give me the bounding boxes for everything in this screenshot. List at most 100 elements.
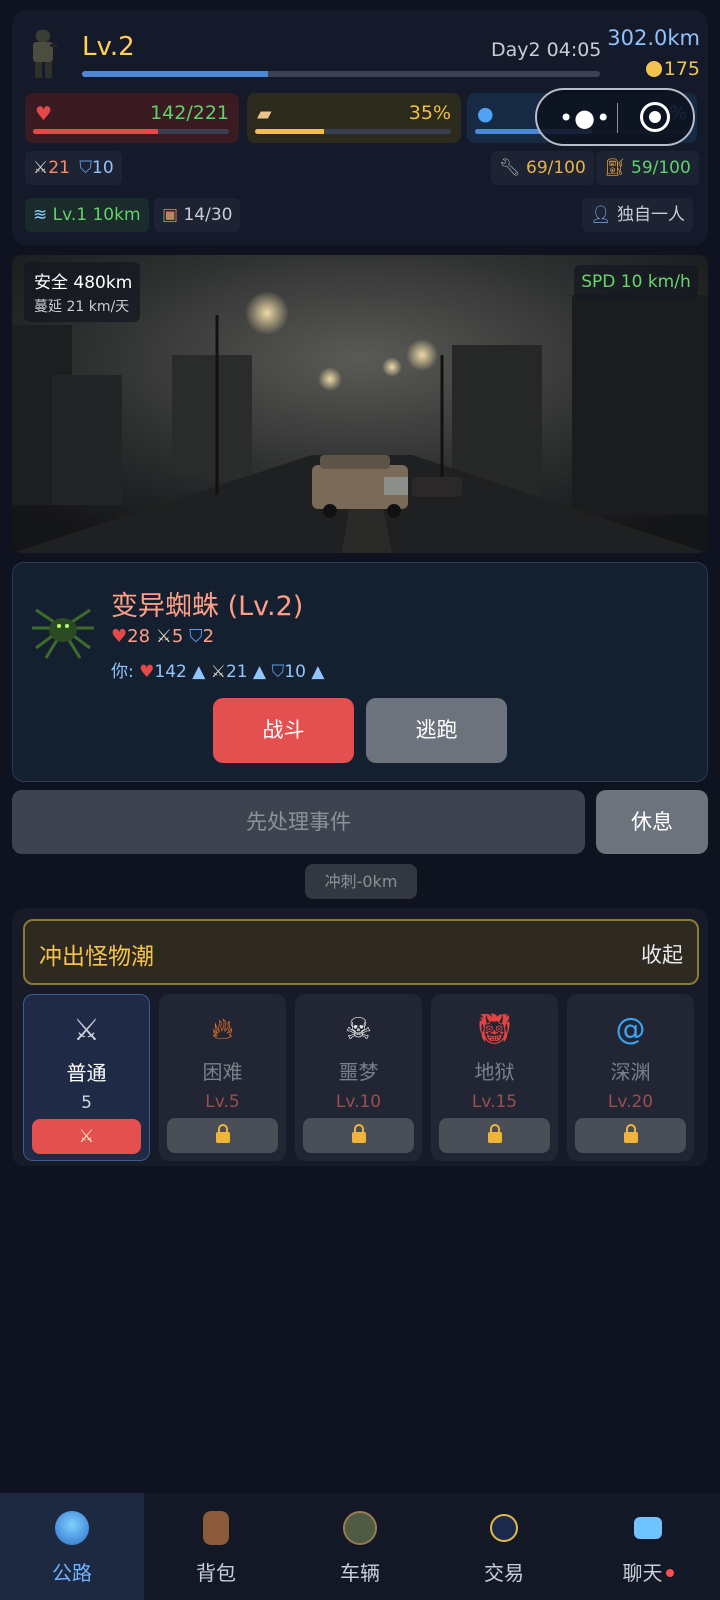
rest-button[interactable]: 休息	[596, 790, 708, 854]
safe-zone-tag: 安全 480km 蔓延 21 km/天	[24, 262, 140, 322]
enemy-stats: ♥28 ⚔5 ⛉2	[111, 626, 214, 647]
box-icon: ▣	[162, 205, 179, 225]
difficulty-count: 5	[81, 1093, 92, 1113]
lock-icon	[351, 1124, 366, 1143]
handle-event-button[interactable]: 先处理事件	[12, 790, 585, 854]
more-options-icon[interactable]: •●•	[559, 104, 611, 132]
up-arrow-icon: ▲	[192, 662, 206, 682]
oni-mask-icon: 👹︎	[475, 1012, 514, 1047]
wind-icon: ≋	[33, 205, 48, 225]
chat-icon	[634, 1517, 662, 1539]
difficulty-abyss[interactable]: @ 深渊 Lv.20	[567, 994, 694, 1161]
start-horde-button[interactable]: ⚔	[32, 1119, 141, 1154]
unread-dot	[665, 1569, 674, 1577]
xp-bar	[82, 71, 600, 77]
bread-icon: ▰	[257, 103, 272, 125]
up-arrow-icon: ▲	[311, 662, 325, 682]
nav-label: 公路	[52, 1561, 92, 1585]
enemy-attack: 5	[171, 626, 184, 647]
speed-level-chip[interactable]: ≋ Lv.1 10km	[25, 198, 149, 232]
locked-button[interactable]	[575, 1118, 686, 1153]
locked-button[interactable]	[167, 1118, 278, 1153]
difficulty-hell[interactable]: 👹︎ 地狱 Lv.15	[431, 994, 558, 1161]
sprint-button[interactable]: 冲刺-0km	[305, 864, 417, 899]
nav-vehicle[interactable]: 车辆	[288, 1493, 432, 1600]
shield-icon: ⛉	[79, 158, 93, 178]
vortex-icon: @	[615, 1012, 646, 1047]
lock-icon	[215, 1124, 230, 1143]
coin-count: 175	[630, 58, 700, 80]
person-icon: 👤︎	[590, 205, 612, 225]
collapse-button[interactable]: 收起	[641, 939, 683, 969]
enemy-name: 变异蜘蛛 (Lv.2)	[111, 591, 304, 622]
you-attack: 21	[225, 662, 248, 682]
combat-stats-chip: ⚔21 ⛉10	[25, 151, 122, 185]
player-level: Lv.2	[82, 32, 135, 62]
nav-label: 车辆	[340, 1561, 380, 1585]
nav-road[interactable]: 公路	[0, 1493, 144, 1600]
difficulty-normal[interactable]: ⚔ 普通 5 ⚔	[23, 994, 150, 1161]
day-time: Day2 04:05	[491, 39, 602, 61]
trade-icon	[490, 1514, 518, 1542]
player-avatar[interactable]	[26, 26, 62, 80]
health-box: ♥ 142/221	[25, 93, 239, 143]
crossed-swords-icon: ⚔	[155, 626, 172, 647]
crossed-swords-icon: ⚔	[78, 1126, 95, 1147]
close-target-icon[interactable]	[640, 102, 670, 132]
lock-icon	[487, 1124, 502, 1143]
spider-enemy-image	[32, 608, 94, 659]
crossed-swords-icon: ⚔	[73, 1013, 100, 1048]
flee-button[interactable]: 逃跑	[366, 698, 507, 763]
health-value: 142/221	[150, 102, 229, 124]
heart-icon: ♥	[139, 662, 155, 682]
cargo-chip[interactable]: ▣ 14/30	[154, 198, 241, 232]
you-defense: 10	[284, 662, 306, 682]
distance-traveled: 302.0km	[607, 26, 700, 50]
locked-button[interactable]	[303, 1118, 414, 1153]
attack-value: 21	[48, 158, 70, 178]
speed-level-value: Lv.1 10km	[52, 205, 141, 225]
nav-label: 聊天	[576, 1557, 720, 1586]
lock-icon	[623, 1124, 638, 1143]
nav-chat[interactable]: 聊天	[576, 1493, 720, 1600]
food-value: 35%	[408, 102, 451, 124]
party-chip[interactable]: 👤︎ 独自一人	[582, 198, 693, 232]
enemy-defense: 2	[202, 626, 215, 647]
repair-value: 69/100	[526, 158, 586, 178]
spread-rate: 蔓延 21 km/天	[34, 299, 130, 315]
fire-icon: 🔥︎	[211, 1012, 234, 1047]
fight-button[interactable]: 战斗	[213, 698, 354, 763]
horde-header: 冲出怪物潮 收起	[23, 919, 699, 985]
difficulty-hard[interactable]: 🔥︎ 困难 Lv.5	[159, 994, 286, 1161]
defense-value: 10	[92, 158, 114, 178]
party-value: 独自一人	[617, 205, 685, 225]
fuel-chip: ⛽︎ 59/100	[596, 151, 699, 185]
repair-chip: 🔧︎ 69/100	[491, 151, 594, 185]
speed-tag: SPD 10 km/h	[574, 265, 698, 299]
nav-trade[interactable]: 交易	[432, 1493, 576, 1600]
coin-icon	[645, 61, 662, 77]
heart-icon: ♥	[111, 626, 128, 647]
difficulty-requirement: Lv.15	[471, 1092, 518, 1112]
nav-backpack[interactable]: 背包	[144, 1493, 288, 1600]
difficulty-requirement: Lv.10	[335, 1092, 382, 1112]
nav-label: 背包	[196, 1561, 236, 1585]
heart-icon: ♥	[35, 103, 53, 125]
you-hp: 142	[154, 662, 187, 682]
fuel-pump-icon: ⛽︎	[604, 158, 626, 178]
shield-icon: ⛉	[271, 662, 285, 682]
wrench-icon: 🔧︎	[499, 158, 521, 178]
vehicle-icon	[343, 1511, 377, 1545]
locked-button[interactable]	[439, 1118, 550, 1153]
nav-label: 交易	[484, 1561, 524, 1585]
crossed-swords-icon: ⚔	[33, 158, 49, 178]
cargo-value: 14/30	[183, 205, 233, 225]
difficulty-requirement: Lv.20	[607, 1092, 654, 1112]
shield-icon: ⛉	[189, 626, 203, 647]
water-drop-icon: ●	[477, 103, 494, 125]
crossed-swords-icon: ⚔	[210, 662, 226, 682]
enemy-hp: 28	[127, 626, 151, 647]
difficulty-nightmare[interactable]: ☠ 噩梦 Lv.10	[295, 994, 422, 1161]
skull-icon: ☠	[345, 1012, 372, 1047]
difficulty-name: 普通	[66, 1061, 107, 1085]
